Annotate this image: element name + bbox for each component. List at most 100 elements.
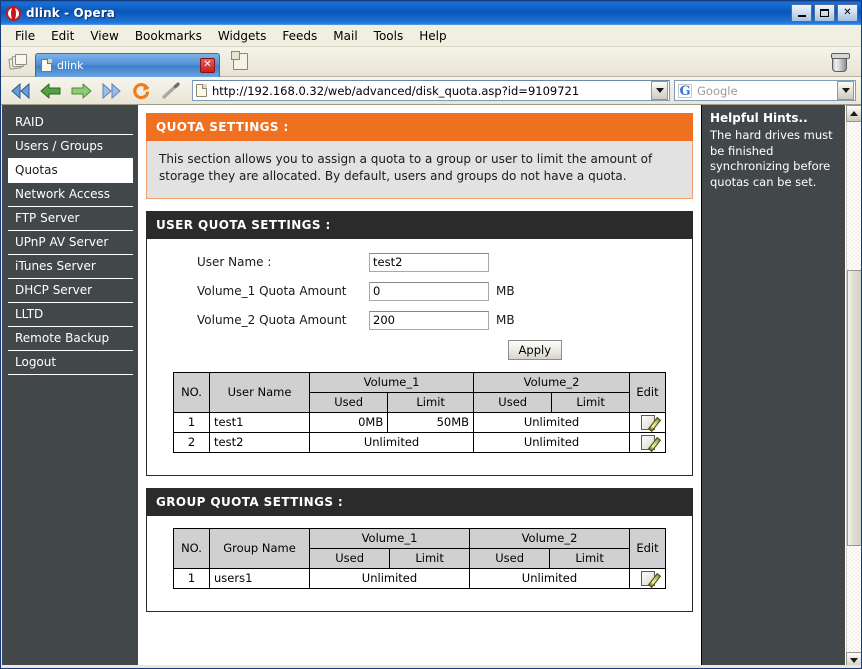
volume2-quota-input[interactable]: 200 — [369, 310, 489, 330]
scrollbar-thumb[interactable] — [847, 270, 861, 546]
sidebar-item-users-groups[interactable]: Users / Groups — [8, 135, 133, 159]
scrollbar-track[interactable] — [846, 122, 861, 652]
cell-v1-limit: 50MB — [387, 411, 475, 433]
cell-v2-unlimited: Unlimited — [468, 567, 631, 589]
trash-button[interactable] — [825, 50, 853, 76]
header-v1-limit: Limit — [387, 391, 475, 413]
sidebar-item-upnp-av-server[interactable]: UPnP AV Server — [8, 231, 133, 255]
menu-item-view[interactable]: View — [82, 27, 126, 45]
maximize-button[interactable] — [814, 4, 835, 22]
volume2-quota-row: Volume_2 Quota Amount 200 MB — [159, 310, 680, 330]
cell-no: 1 — [173, 567, 210, 589]
menu-item-help[interactable]: Help — [411, 27, 454, 45]
user-quota-table: NO. User Name Volume_1 Volume_2 Edit Use… — [173, 371, 666, 453]
volume2-quota-label: Volume_2 Quota Amount — [197, 313, 347, 328]
forward-arrow-icon — [71, 83, 92, 98]
header-group-name: Group Name — [209, 527, 310, 569]
search-bar[interactable]: G Google — [674, 80, 856, 101]
menu-item-file[interactable]: File — [7, 27, 43, 45]
tab-stack-icon — [8, 53, 29, 71]
cell-no: 2 — [173, 431, 210, 453]
browser-tab-dlink[interactable]: dlink ✕ — [35, 52, 220, 77]
address-bar[interactable]: http://192.168.0.32/web/advanced/disk_qu… — [192, 80, 670, 101]
sidebar-item-ftp-server[interactable]: FTP Server — [8, 207, 133, 231]
edit-page-button[interactable] — [156, 79, 186, 103]
group-quota-settings-panel: GROUP QUOTA SETTINGS : NO. Group Name Vo… — [146, 487, 693, 612]
close-button[interactable]: ✕ — [837, 4, 858, 22]
volume1-quota-label: Volume_1 Quota Amount — [197, 284, 347, 299]
nav-sidebar: RAID Users / Groups Quotas Network Acces… — [2, 105, 138, 668]
cell-v2-unlimited: Unlimited — [473, 411, 630, 433]
menu-item-mail[interactable]: Mail — [325, 27, 365, 45]
reload-button[interactable] — [126, 79, 156, 103]
minimize-button[interactable] — [791, 4, 812, 22]
page-icon — [41, 58, 52, 72]
rewind-icon — [11, 82, 30, 99]
fast-forward-button[interactable] — [96, 79, 126, 103]
group-quota-settings-body: NO. Group Name Volume_1 Volume_2 Edit Us… — [146, 515, 693, 612]
cell-v2-unlimited: Unlimited — [473, 431, 630, 453]
header-user-name: User Name — [209, 371, 310, 413]
search-input[interactable]: Google — [697, 84, 837, 98]
back-button[interactable] — [36, 79, 66, 103]
cell-group-name: users1 — [209, 567, 310, 589]
sidebar-item-network-access[interactable]: Network Access — [8, 183, 133, 207]
user-name-label: User Name : — [197, 255, 272, 270]
browser-window: dlink - Opera ✕ File Edit View Bookmarks… — [0, 0, 862, 669]
sidebar-item-remote-backup[interactable]: Remote Backup — [8, 327, 133, 351]
sidebar-item-lltd[interactable]: LLTD — [8, 303, 133, 327]
back-arrow-icon — [40, 83, 61, 98]
tab-stack-button[interactable] — [5, 49, 33, 75]
title-bar: dlink - Opera ✕ — [1, 1, 861, 25]
volume2-unit-label: MB — [496, 313, 515, 328]
sidebar-item-quotas[interactable]: Quotas — [8, 159, 133, 183]
scroll-up-button[interactable] — [846, 105, 861, 122]
user-quota-settings-panel: USER QUOTA SETTINGS : User Name : test2 … — [146, 210, 693, 476]
sidebar-item-dhcp-server[interactable]: DHCP Server — [8, 279, 133, 303]
window-title: dlink - Opera — [26, 6, 115, 20]
fast-forward-icon — [102, 82, 121, 99]
new-tab-icon — [230, 51, 248, 70]
user-quota-settings-header: USER QUOTA SETTINGS : — [146, 210, 693, 239]
tab-close-icon[interactable]: ✕ — [200, 57, 215, 73]
edit-icon[interactable] — [640, 434, 655, 450]
header-volume-2: Volume_2 — [468, 527, 631, 549]
rewind-button[interactable] — [6, 79, 36, 103]
sidebar-item-itunes-server[interactable]: iTunes Server — [8, 255, 133, 279]
forward-button[interactable] — [66, 79, 96, 103]
menu-item-edit[interactable]: Edit — [43, 27, 82, 45]
trash-icon — [830, 52, 850, 72]
menu-item-widgets[interactable]: Widgets — [210, 27, 275, 45]
table-row: 1 test1 0MB 50MB Unlimited — [173, 411, 666, 433]
menu-item-tools[interactable]: Tools — [366, 27, 412, 45]
edit-icon[interactable] — [640, 570, 655, 586]
page-icon — [196, 84, 207, 97]
cell-edit[interactable] — [629, 567, 666, 589]
new-tab-button[interactable] — [226, 49, 254, 75]
page-scrollbar[interactable] — [845, 105, 861, 668]
volume1-quota-input[interactable]: 0 — [369, 281, 489, 301]
apply-button[interactable]: Apply — [507, 339, 562, 360]
menu-item-bookmarks[interactable]: Bookmarks — [127, 27, 210, 45]
menu-item-feeds[interactable]: Feeds — [274, 27, 325, 45]
cell-user-name: test2 — [209, 431, 310, 453]
tab-title: dlink — [57, 58, 84, 72]
hints-title: Helpful Hints.. — [710, 111, 808, 125]
edit-icon[interactable] — [640, 414, 655, 430]
cell-edit[interactable] — [629, 431, 666, 453]
sidebar-item-raid[interactable]: RAID — [8, 111, 133, 135]
chevron-down-icon[interactable] — [651, 81, 668, 100]
header-v2-used: Used — [473, 391, 553, 413]
header-volume-1: Volume_1 — [309, 527, 470, 549]
chevron-down-icon[interactable] — [837, 81, 854, 100]
cell-edit[interactable] — [629, 411, 666, 433]
sidebar-item-logout[interactable]: Logout — [8, 351, 133, 375]
helpful-hints-panel: Helpful Hints.. The hard drives must be … — [701, 105, 845, 668]
navigation-toolbar: http://192.168.0.32/web/advanced/disk_qu… — [1, 77, 861, 105]
user-name-input[interactable]: test2 — [369, 252, 489, 272]
table-header-row-top: NO. User Name Volume_1 Volume_2 Edit — [173, 371, 666, 413]
scroll-up-icon — [850, 111, 858, 116]
header-v1-used: Used — [308, 391, 389, 413]
quota-settings-description: This section allows you to assign a quot… — [146, 141, 693, 199]
table-header-row-top: NO. Group Name Volume_1 Volume_2 Edit — [173, 527, 666, 569]
